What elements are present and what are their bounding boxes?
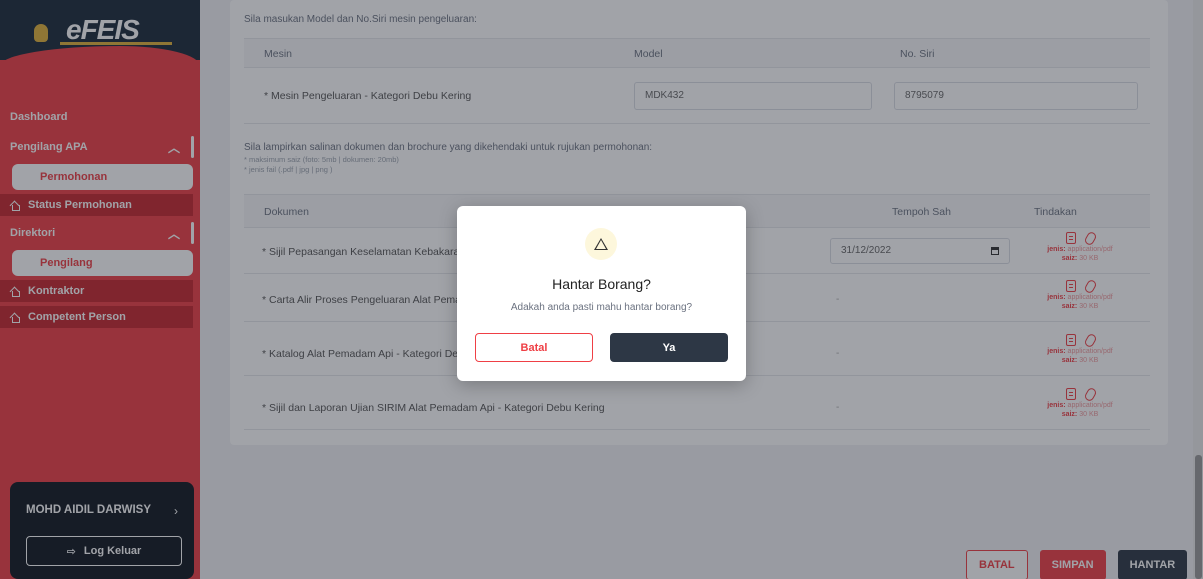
- dialog-title: Hantar Borang?: [552, 276, 651, 292]
- dialog-cancel-button[interactable]: Batal: [475, 333, 593, 362]
- dialog-message: Adakah anda pasti mahu hantar borang?: [510, 302, 693, 313]
- dialog-confirm-button[interactable]: Ya: [610, 333, 728, 362]
- warning-icon: [585, 228, 617, 260]
- confirm-dialog: Hantar Borang? Adakah anda pasti mahu ha…: [457, 206, 746, 381]
